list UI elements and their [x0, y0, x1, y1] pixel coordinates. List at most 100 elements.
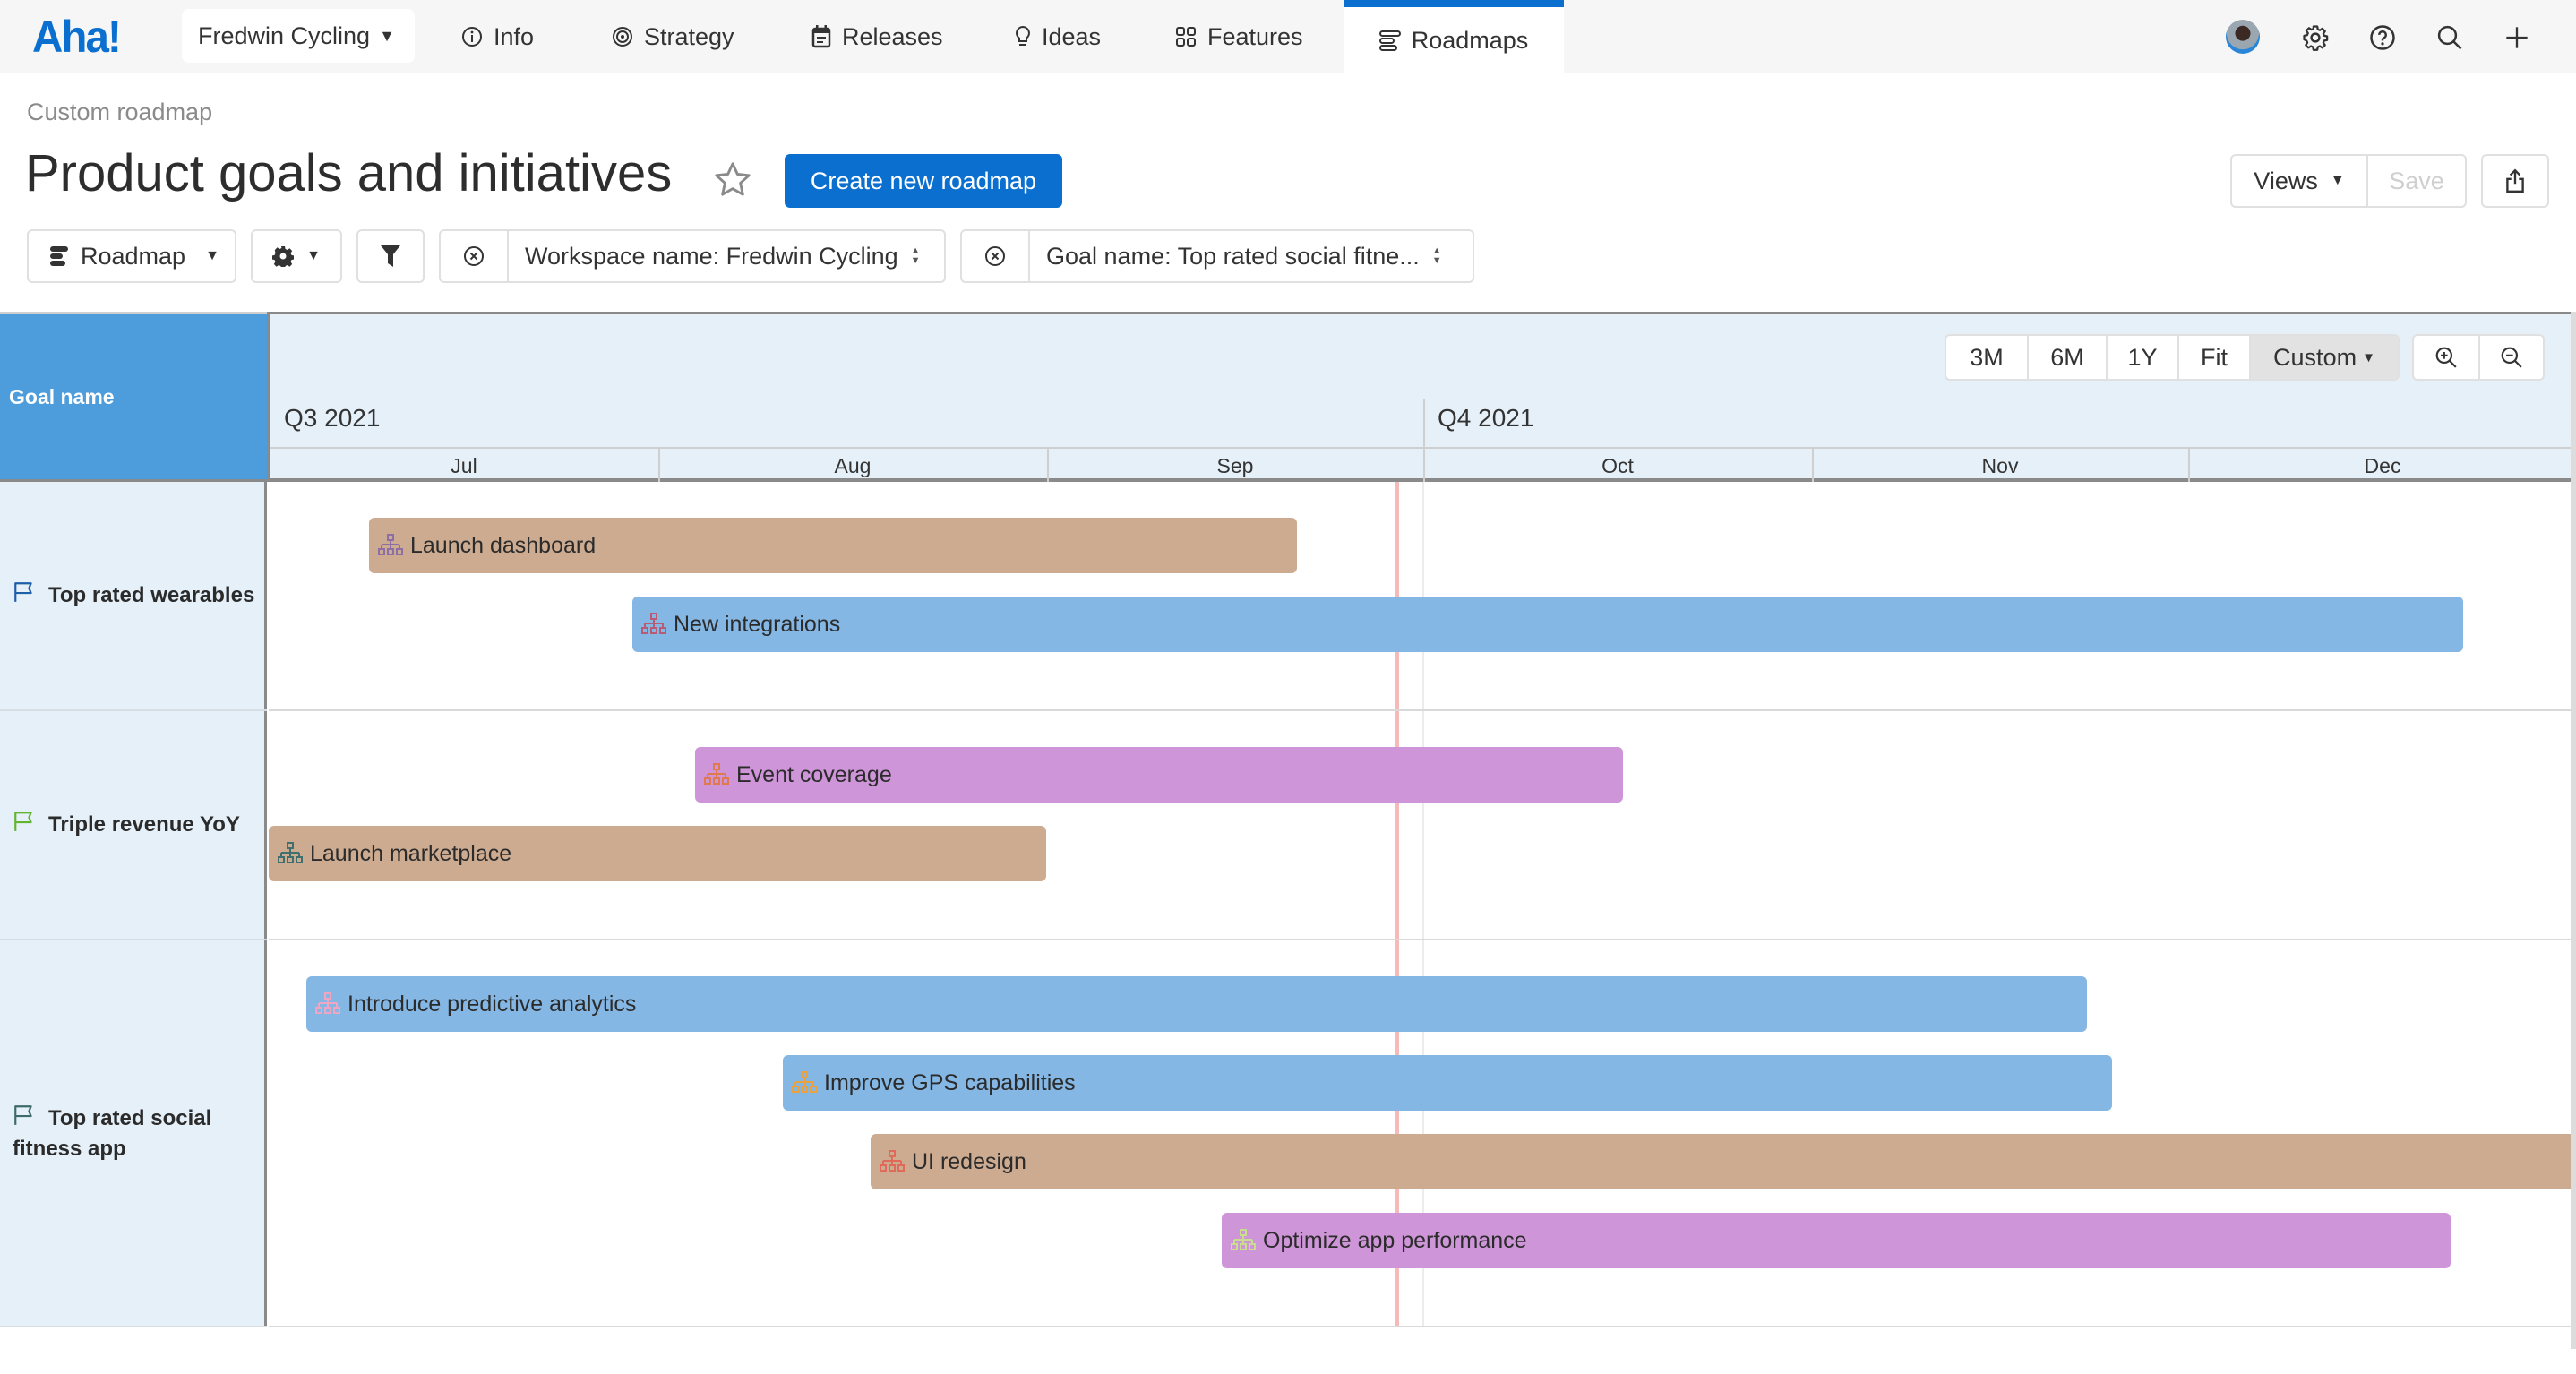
initiative-icon [315, 992, 340, 1016]
filter-goal-select[interactable]: Goal name: Top rated social fitne... ▲ ▼ [1028, 231, 1473, 281]
initiative-bar[interactable]: Launch dashboard [369, 518, 1297, 573]
gear-icon[interactable] [2297, 20, 2333, 56]
nav-ideas[interactable]: Ideas [1015, 0, 1101, 73]
time-range-buttons: 3M 6M 1Y Fit Custom ▼ [1945, 334, 2400, 381]
flag-icon [13, 1103, 36, 1135]
gear-icon [272, 245, 295, 267]
month-label: Aug [834, 454, 872, 477]
aha-logo[interactable]: Aha! [32, 11, 122, 63]
filter-icon [381, 245, 400, 267]
filter-button[interactable] [356, 229, 425, 283]
goal-row[interactable]: Top rated social fitness app [0, 940, 267, 1327]
workspace-select[interactable]: Fredwin Cycling ▼ [182, 9, 415, 63]
create-new-roadmap-button[interactable]: Create new roadmap [785, 154, 1062, 208]
quarter-label: Q4 2021 [1438, 404, 1534, 432]
nav-info[interactable]: Info [461, 0, 534, 73]
remove-filter-button[interactable] [441, 231, 507, 281]
month-label: Sep [1216, 454, 1254, 477]
views-label: Views [2254, 167, 2318, 194]
initiative-bar[interactable]: UI redesign [871, 1134, 2576, 1189]
initiative-bar[interactable]: Optimize app performance [1222, 1213, 2451, 1268]
nav-strategy[interactable]: Strategy [612, 0, 734, 73]
quarter-label: Q3 2021 [284, 404, 381, 432]
flag-icon [13, 580, 36, 612]
workspace-name: Fredwin Cycling [198, 21, 371, 49]
chevron-down-icon: ▼ [306, 248, 321, 263]
lightbulb-icon [1015, 25, 1031, 48]
views-button[interactable]: Views ▼ [2232, 156, 2368, 206]
range-3m-button[interactable]: 3M [1946, 336, 2027, 379]
goal-label: Top rated wearables [13, 580, 254, 612]
initiative-bar[interactable]: Launch marketplace [269, 826, 1046, 881]
initiative-bar[interactable]: Event coverage [695, 747, 1623, 803]
nav-roadmaps-label: Roadmaps [1411, 26, 1529, 54]
initiative-name: Improve GPS capabilities [824, 1069, 1076, 1095]
goal-label: Top rated social fitness app [13, 1103, 267, 1164]
top-nav: Aha! Fredwin Cycling ▼ Info Strategy Rel… [0, 0, 2576, 73]
goal-row[interactable]: Triple revenue YoY [0, 711, 267, 940]
nav-features-label: Features [1207, 22, 1303, 50]
filter-workspace-select[interactable]: Workspace name: Fredwin Cycling ▲ ▼ [507, 231, 944, 281]
range-6m-button[interactable]: 6M [2027, 336, 2106, 379]
chevron-down-icon: ▼ [2330, 173, 2345, 188]
initiative-name: Introduce predictive analytics [348, 991, 637, 1017]
page-title: Product goals and initiatives [25, 144, 673, 202]
range-fit-button[interactable]: Fit [2177, 336, 2249, 379]
save-button[interactable]: Save [2368, 156, 2465, 206]
sort-arrows-icon: ▲ ▼ [1431, 245, 1442, 266]
zoom-buttons [2412, 334, 2545, 381]
zoom-in-button[interactable] [2414, 336, 2478, 379]
nav-roadmaps[interactable]: Roadmaps [1344, 0, 1564, 73]
goal-label: Triple revenue YoY [13, 810, 240, 841]
month-label: Nov [1981, 454, 2019, 477]
zoom-out-button[interactable] [2478, 336, 2543, 379]
range-custom-button[interactable]: Custom ▼ [2249, 336, 2398, 379]
views-save-group: Views ▼ Save [2230, 154, 2467, 208]
initiative-bar[interactable]: Introduce predictive analytics [306, 976, 2087, 1032]
share-button[interactable] [2481, 154, 2549, 208]
nav-info-label: Info [494, 22, 535, 50]
initiative-name: Event coverage [736, 761, 892, 787]
nav-features[interactable]: Features [1175, 0, 1303, 73]
search-icon[interactable] [2432, 20, 2468, 56]
chevron-down-icon: ▼ [2362, 349, 2375, 365]
target-icon [612, 26, 633, 47]
quarter-divider [1423, 399, 1425, 485]
goal-name: Top rated social fitness app [13, 1105, 212, 1161]
plus-icon[interactable] [2499, 20, 2535, 56]
initiative-icon [792, 1071, 817, 1095]
initiative-bar[interactable]: Improve GPS capabilities [783, 1055, 2112, 1111]
goal-name: Top rated wearables [48, 582, 255, 607]
grid-icon [1175, 26, 1197, 47]
filter-goal-label: Goal name: Top rated social fitne... [1046, 242, 1420, 270]
zoom-out-icon [2501, 347, 2522, 368]
filter-workspace-label: Workspace name: Fredwin Cycling [525, 242, 898, 270]
initiative-name: Launch marketplace [310, 840, 512, 866]
flag-icon [13, 810, 36, 841]
nav-releases[interactable]: Releases [811, 0, 943, 73]
star-icon[interactable] [712, 159, 753, 201]
initiative-icon [1231, 1229, 1256, 1252]
initiative-name: New integrations [674, 611, 841, 637]
scrollbar[interactable] [2571, 312, 2576, 1349]
help-icon[interactable] [2365, 20, 2400, 56]
initiative-name: Optimize app performance [1263, 1227, 1527, 1253]
initiative-icon [880, 1150, 905, 1173]
calendar-icon [811, 25, 831, 48]
settings-dropdown[interactable]: ▼ [251, 229, 342, 283]
timeline-grid: Launch dashboard New integrations Event co… [269, 482, 2576, 1327]
view-type-select[interactable]: Roadmap ▼ [27, 229, 236, 283]
goal-name-column-header[interactable]: Goal name [0, 312, 267, 482]
remove-filter-button[interactable] [962, 231, 1028, 281]
nav-ideas-label: Ideas [1042, 22, 1102, 50]
timeline-header: 3M 6M 1Y Fit Custom ▼ Jul Aug Sep Oct Nov Dec… [267, 312, 2576, 485]
month-label: Oct [1601, 454, 1634, 477]
month-label: Jul [451, 454, 477, 477]
initiative-bar[interactable]: New integrations [632, 597, 2463, 652]
goal-row[interactable]: Top rated wearables [0, 482, 267, 711]
breadcrumb[interactable]: Custom roadmap [27, 99, 212, 126]
range-1y-button[interactable]: 1Y [2106, 336, 2177, 379]
initiative-icon [378, 534, 403, 557]
user-avatar[interactable] [2226, 20, 2260, 54]
info-icon [461, 26, 483, 47]
